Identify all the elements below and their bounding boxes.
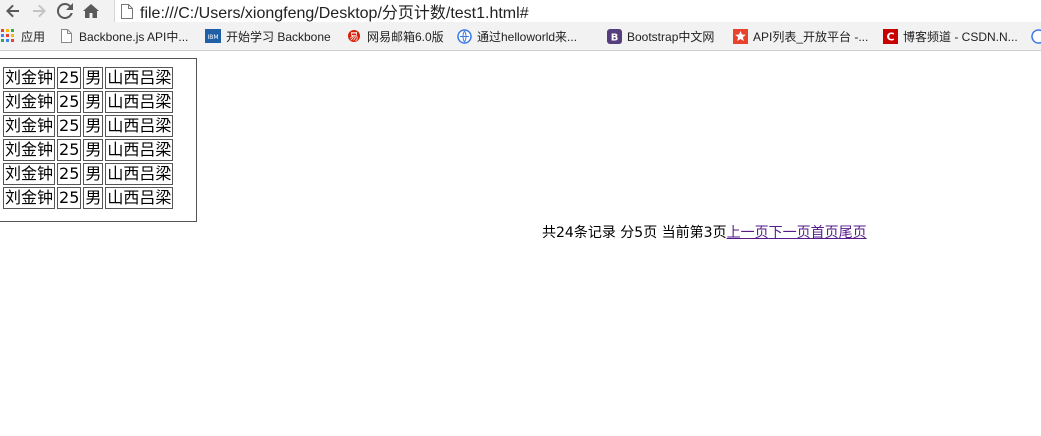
back-button[interactable] [0,0,26,22]
gender-cell: 男 [83,163,104,185]
bookmark-label: 通过helloworld来... [477,29,578,44]
gender-cell: 男 [83,139,104,161]
svg-text:C: C [886,30,894,43]
home-button[interactable] [78,0,104,22]
age-cell: 25 [57,139,82,161]
svg-text:B: B [610,32,618,43]
table-body: 刘金钟 25 男山西吕梁 刘金钟 25 男山西吕梁 刘金钟 25 男山西吕梁 刘金钟 25 男山西吕梁… [3,67,174,209]
bookmark-label: 网易邮箱6.0版 [367,29,444,44]
location-cell: 山西吕梁 [105,187,174,209]
age-cell: 25 [57,91,82,113]
age-cell: 25 [57,163,82,185]
age-cell: 25 [57,187,82,209]
table-row: 刘金钟 25 男山西吕梁 [3,139,174,161]
bookmark-helloworld[interactable]: 通过helloworld来... [456,22,577,50]
data-table: 刘金钟 25 男山西吕梁 刘金钟 25 男山西吕梁 刘金钟 25 男山西吕梁 刘金钟 25 男山西吕梁… [1,65,175,211]
globe-icon [1030,28,1041,44]
apps-grid-icon [0,28,16,44]
location-cell: 山西吕梁 [105,139,174,161]
back-arrow-icon [6,4,19,18]
bookmark-label: Bootstrap中文网 [627,29,715,44]
forward-button[interactable] [26,0,52,22]
bookmark-label: 博客频道 - CSDN.N... [903,29,1018,44]
gender-cell: 男 [83,115,104,137]
name-cell: 刘金钟 [3,187,56,209]
location-cell: 山西吕梁 [105,163,174,185]
bookmark-netease-mail[interactable]: 易 网易邮箱6.0版 [346,22,444,50]
bookmark-backbone-api[interactable]: Backbone.js API中... [58,22,188,50]
bookmark-apps[interactable]: 应用 [0,22,45,50]
reload-button[interactable] [52,0,78,22]
age-cell: 25 [57,115,82,137]
bookmark-label: 开始学习 Backbone [226,29,331,44]
bookmark-label: Backbone.js API中... [79,29,189,44]
bookmark-ibm-backbone[interactable]: IBM 开始学习 Backbone [205,22,331,50]
table-row: 刘金钟 25 男山西吕梁 [3,163,174,185]
name-cell: 刘金钟 [3,67,56,89]
name-cell: 刘金钟 [3,139,56,161]
last-page-link[interactable]: 尾页 [839,225,867,241]
bootstrap-icon: B [606,28,622,44]
bookmark-bootstrap[interactable]: B Bootstrap中文网 [606,22,714,50]
address-text[interactable]: file:///C:/Users/xiongfeng/Desktop/分页计数/… [140,0,529,23]
total-records: 共24条记录 [542,225,616,241]
page-count: 分5页 [620,225,658,241]
prev-page-link[interactable]: 上一页 [727,225,769,241]
name-cell: 刘金钟 [3,91,56,113]
first-page-link[interactable]: 首页 [811,225,839,241]
age-cell: 25 [57,67,82,89]
table-row: 刘金钟 25 男山西吕梁 [3,91,174,113]
location-cell: 山西吕梁 [105,91,174,113]
page-content: 刘金钟 25 男山西吕梁 刘金钟 25 男山西吕梁 刘金钟 25 男山西吕梁 刘金钟 25 男山西吕梁… [0,51,1041,436]
current-page: 当前第3页 [661,225,727,241]
gender-cell: 男 [83,67,104,89]
table-row: 刘金钟 25 男山西吕梁 [3,67,174,89]
globe-icon [456,28,472,44]
name-cell: 刘金钟 [3,115,56,137]
svg-text:易: 易 [349,32,358,43]
browser-toolbar: file:///C:/Users/xiongfeng/Desktop/分页计数/… [0,0,1041,22]
page-icon [118,2,136,20]
address-bar[interactable]: file:///C:/Users/xiongfeng/Desktop/分页计数/… [114,0,1041,22]
forward-arrow-icon [33,4,46,18]
gender-cell: 男 [83,187,104,209]
csdn-icon: C [882,28,898,44]
table-row: 刘金钟 25 男山西吕梁 [3,187,174,209]
bookmark-overflow[interactable] [1030,22,1041,50]
table-row: 刘金钟 25 男山西吕梁 [3,115,174,137]
reload-icon [57,3,73,19]
netease-icon: 易 [346,28,362,44]
bookmarks-bar: 应用 Backbone.js API中... IBM 开始学习 Backbone… [0,22,1041,51]
bookmark-label: 应用 [21,29,46,44]
name-cell: 刘金钟 [3,163,56,185]
bookmark-label: API列表_开放平台 -... [753,29,869,44]
table-container: 刘金钟 25 男山西吕梁 刘金钟 25 男山西吕梁 刘金钟 25 男山西吕梁 刘金钟 25 男山西吕梁… [0,58,197,222]
svg-text:IBM: IBM [207,34,218,41]
page-icon [58,28,74,44]
bookmark-csdn[interactable]: C 博客频道 - CSDN.N... [882,22,1018,50]
star-icon [732,28,748,44]
home-icon [83,4,99,18]
location-cell: 山西吕梁 [105,67,174,89]
gender-cell: 男 [83,91,104,113]
bookmark-api-list[interactable]: API列表_开放平台 -... [732,22,868,50]
ibm-icon: IBM [205,28,221,44]
location-cell: 山西吕梁 [105,115,174,137]
pagination: 共24条记录 分5页 当前第3页上一页下一页首页尾页 [542,223,867,243]
next-page-link[interactable]: 下一页 [769,225,811,241]
